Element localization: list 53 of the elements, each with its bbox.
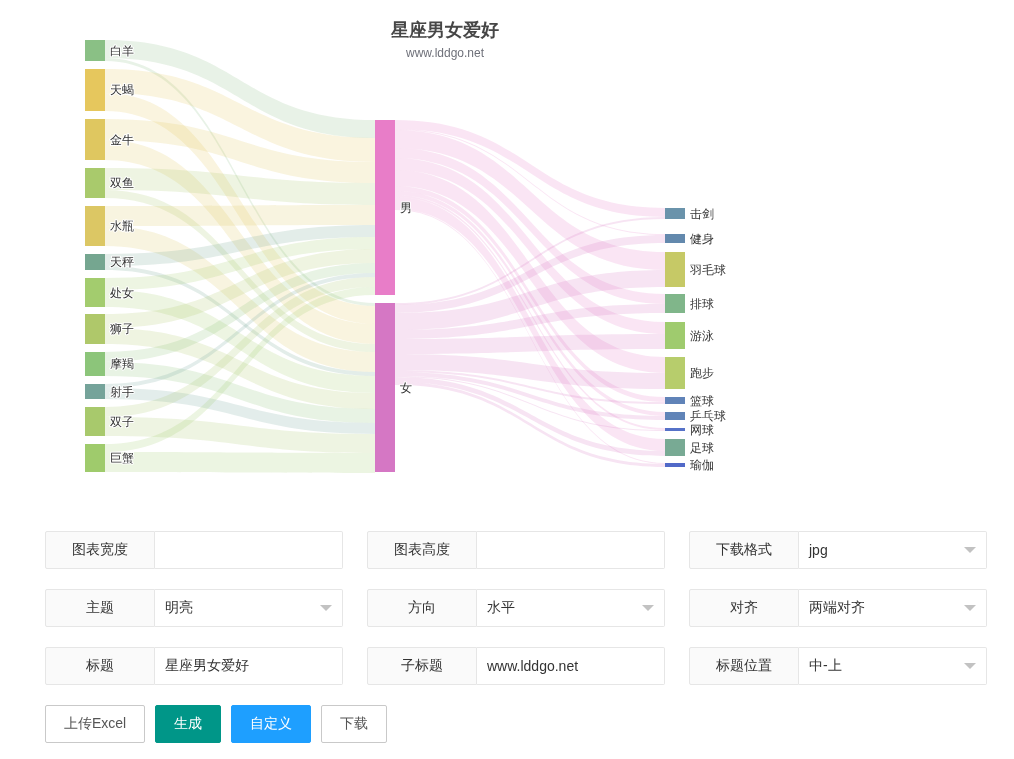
node-label: 金牛: [110, 132, 134, 147]
text-input[interactable]: 星座男女爱好: [155, 647, 343, 685]
field-label: 标题: [45, 647, 155, 685]
field-label: 主题: [45, 589, 155, 627]
node-label: 巨蟹: [110, 451, 134, 465]
generate-button[interactable]: 生成: [155, 705, 222, 743]
node-label: 白羊: [110, 43, 134, 58]
node-label: 网球: [690, 422, 714, 437]
chart-subtitle: www.lddgo.net: [406, 46, 484, 60]
node-label: 射手: [110, 384, 134, 399]
node-label: 足球: [690, 440, 714, 455]
caret-icon: [642, 605, 654, 611]
caret-icon: [964, 547, 976, 553]
node-label: 跑步: [690, 366, 714, 380]
node-label: 处女: [110, 285, 134, 300]
caret-icon: [964, 663, 976, 669]
upload-button[interactable]: 上传Excel: [45, 705, 146, 743]
node-label: 天秤: [110, 255, 134, 269]
caret-icon: [964, 605, 976, 611]
text-input[interactable]: [155, 531, 343, 569]
text-input[interactable]: [477, 531, 665, 569]
dropdown-select[interactable]: jpg: [799, 531, 987, 569]
dropdown-select[interactable]: 明亮: [155, 589, 343, 627]
caret-icon: [320, 605, 332, 611]
node-label: 瑜伽: [690, 458, 714, 472]
node-label: 击剑: [690, 206, 714, 221]
field-label: 方向: [367, 589, 477, 627]
chart-title: 星座男女爱好: [391, 20, 499, 40]
node-label: 排球: [690, 296, 714, 311]
node-label: 羽毛球: [690, 262, 726, 277]
field-label: 子标题: [367, 647, 477, 685]
node-label: 健身: [690, 231, 714, 246]
download-button[interactable]: 下载: [321, 705, 388, 743]
field-label: 下载格式: [689, 531, 799, 569]
node-label: 狮子: [110, 322, 134, 336]
node-label: 双子: [110, 414, 134, 429]
dropdown-select[interactable]: 中-上: [799, 647, 987, 685]
field-label: 对齐: [689, 589, 799, 627]
node-label: 女: [400, 380, 412, 395]
text-input[interactable]: www.lddgo.net: [477, 647, 665, 685]
node-label: 男: [400, 200, 412, 215]
field-label: 图表宽度: [45, 531, 155, 569]
node-label: 乒乓球: [690, 409, 726, 423]
node-label: 摩羯: [110, 357, 134, 371]
node-label: 游泳: [690, 328, 714, 343]
node-label: 天蝎: [110, 83, 134, 97]
node-label: 水瓶: [110, 219, 134, 233]
dropdown-select[interactable]: 水平: [477, 589, 665, 627]
node-label: 双鱼: [110, 176, 134, 190]
node-label: 篮球: [690, 393, 714, 408]
dropdown-select[interactable]: 两端对齐: [799, 589, 987, 627]
field-label: 标题位置: [689, 647, 799, 685]
field-label: 图表高度: [367, 531, 477, 569]
